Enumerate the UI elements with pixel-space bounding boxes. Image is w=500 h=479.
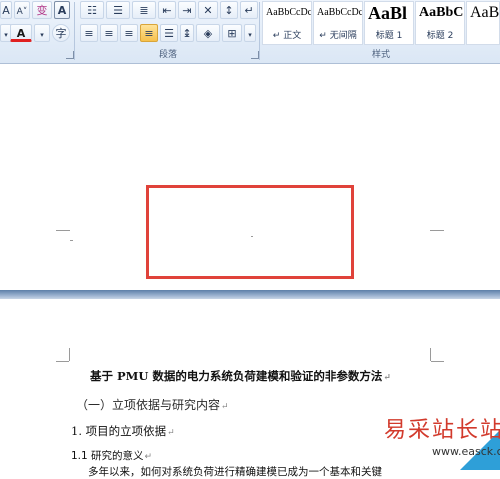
numbered-list-icon: ☰ xyxy=(113,4,123,17)
page-break-gap xyxy=(0,290,500,299)
multilevel-list-button[interactable]: ≣ xyxy=(132,1,156,19)
distributed-button[interactable]: ☰ xyxy=(160,24,178,42)
style-heading-2[interactable]: AaBbC 标题 2 xyxy=(415,1,465,45)
shrink-font-button[interactable]: A˅ xyxy=(14,1,30,19)
bullet-list-icon: ☷ xyxy=(87,4,97,17)
increase-indent-button[interactable]: ⇥ xyxy=(178,1,196,19)
align-center-button[interactable]: ≡ xyxy=(100,24,118,42)
indent-icon: ⇥ xyxy=(182,4,192,17)
margin-crop-mark xyxy=(431,361,444,362)
paragraph-group-label: 段落 xyxy=(158,50,177,60)
bullets-button[interactable]: ☷ xyxy=(80,1,104,19)
decrease-indent-button[interactable]: ⇤ xyxy=(158,1,176,19)
highlight-box xyxy=(146,185,354,279)
borders-dropdown[interactable]: ▾ xyxy=(244,24,256,42)
style-preview: AaBbCcDc xyxy=(317,7,363,18)
style-heading-1[interactable]: AaBl 标题 1 xyxy=(364,1,414,45)
heading-text: （一）立项依据与研究内容 xyxy=(76,398,221,412)
body-text: 多年以来，如何对系统负荷进行精确建模已成为一个基本和关键 xyxy=(88,466,382,478)
margin-crop-mark xyxy=(430,348,431,361)
paragraph-mark-icon: ↵ xyxy=(221,402,229,412)
style-name: 标题 1 xyxy=(375,31,403,41)
justify-button[interactable]: ≡ xyxy=(140,24,158,42)
paragraph-mark-icon: ↵ xyxy=(383,373,391,383)
align-right-icon: ≡ xyxy=(124,27,134,40)
watermark-text: 易采站长站 xyxy=(384,418,500,443)
paragraph-mark-icon: ↵ xyxy=(244,4,254,17)
style-name: ↵ 正文 xyxy=(272,31,302,41)
align-right-button[interactable]: ≡ xyxy=(120,24,138,42)
margin-crop-mark xyxy=(56,230,70,231)
style-name: ↵ 无间隔 xyxy=(319,31,357,41)
style-title[interactable]: AaBl xyxy=(466,1,500,45)
sort-button[interactable]: ↕ xyxy=(220,1,238,19)
document-title-text: 基于 PMU 数据的电力系统负荷建模和验证的非参数方法 xyxy=(90,369,383,383)
paragraph-mark-icon: ↵ xyxy=(144,452,153,462)
group-separator xyxy=(259,2,260,60)
shading-button[interactable]: ◈ xyxy=(196,24,220,42)
style-preview: AaBbCcDc xyxy=(266,7,312,18)
line-spacing-button[interactable]: ↨ xyxy=(180,24,194,42)
borders-button[interactable]: ⊞ xyxy=(222,24,242,42)
paragraph-mark-icon: ↵ xyxy=(167,428,175,438)
style-preview: AaBl xyxy=(470,4,500,21)
show-marks-button[interactable]: ↵ xyxy=(240,1,258,19)
style-normal[interactable]: AaBbCcDc ↵ 正文 xyxy=(262,1,312,45)
align-left-button[interactable]: ≡ xyxy=(80,24,98,42)
distributed-icon: ☰ xyxy=(164,27,174,40)
margin-crop-mark xyxy=(56,361,69,362)
chinese-layout-icon: ✕ xyxy=(203,4,213,17)
font-color-button[interactable]: A xyxy=(10,24,32,42)
heading-level-2[interactable]: 1. 项目的立项依据↵ xyxy=(71,423,175,439)
style-no-spacing[interactable]: AaBbCcDc ↵ 无间隔 xyxy=(313,1,363,45)
clear-format-button[interactable]: 变 xyxy=(32,1,52,19)
document-title[interactable]: 基于 PMU 数据的电力系统负荷建模和验证的非参数方法↵ xyxy=(90,368,391,384)
chevron-down-icon: ▾ xyxy=(40,31,44,39)
watermark-url: www.easck.com xyxy=(432,445,500,458)
grow-font-button[interactable]: A xyxy=(0,1,12,19)
heading-level-1[interactable]: （一）立项依据与研究内容↵ xyxy=(76,396,229,413)
font-color-icon: A xyxy=(16,27,26,40)
numbering-button[interactable]: ☰ xyxy=(106,1,130,19)
heading-text: 1. 项目的立项依据 xyxy=(71,424,167,438)
line-spacing-icon: ↨ xyxy=(182,27,192,40)
chevron-down-icon: ▾ xyxy=(4,31,8,39)
font-group-launcher[interactable] xyxy=(66,51,74,59)
style-preview: AaBbC xyxy=(419,5,464,20)
heading-level-3[interactable]: 1.1 研究的意义↵ xyxy=(71,448,152,463)
sort-icon: ↕ xyxy=(224,4,234,17)
heading-text: 1.1 研究的意义 xyxy=(71,450,144,462)
shrink-font-icon: A˅ xyxy=(16,7,28,17)
site-watermark: 易采站长站 www.easck.com xyxy=(380,408,500,470)
char-border-button[interactable]: A xyxy=(54,1,70,19)
chinese-layout-button[interactable]: ✕ xyxy=(198,1,218,19)
justify-icon: ≡ xyxy=(144,27,154,40)
outdent-icon: ⇤ xyxy=(162,4,172,17)
body-paragraph[interactable]: 多年以来，如何对系统负荷进行精确建模已成为一个基本和关键 xyxy=(88,464,382,479)
chevron-down-icon: ▾ xyxy=(248,31,252,39)
multilevel-list-icon: ≣ xyxy=(139,4,149,17)
style-preview: AaBl xyxy=(368,3,408,23)
paragraph-dot xyxy=(70,240,73,241)
border-grid-icon: ⊞ xyxy=(227,27,237,40)
align-left-icon: ≡ xyxy=(84,27,94,40)
font-color-dropdown[interactable]: ▾ xyxy=(34,24,50,42)
styles-group-label: 样式 xyxy=(371,50,390,60)
paragraph-group-launcher[interactable] xyxy=(251,51,259,59)
group-separator xyxy=(74,2,75,60)
ribbon: A A˅ 变 A ▾ A ▾ 字 ☷ ☰ ≣ ⇤ ⇥ ✕ ↕ ↵ ≡ ≡ ≡ ≡… xyxy=(0,0,500,64)
enclose-char-button[interactable]: 字 xyxy=(52,24,70,42)
align-center-icon: ≡ xyxy=(104,27,114,40)
style-name: 标题 2 xyxy=(426,31,454,41)
margin-crop-mark xyxy=(430,230,444,231)
margin-crop-mark xyxy=(69,348,70,361)
paint-bucket-icon: ◈ xyxy=(203,27,213,40)
